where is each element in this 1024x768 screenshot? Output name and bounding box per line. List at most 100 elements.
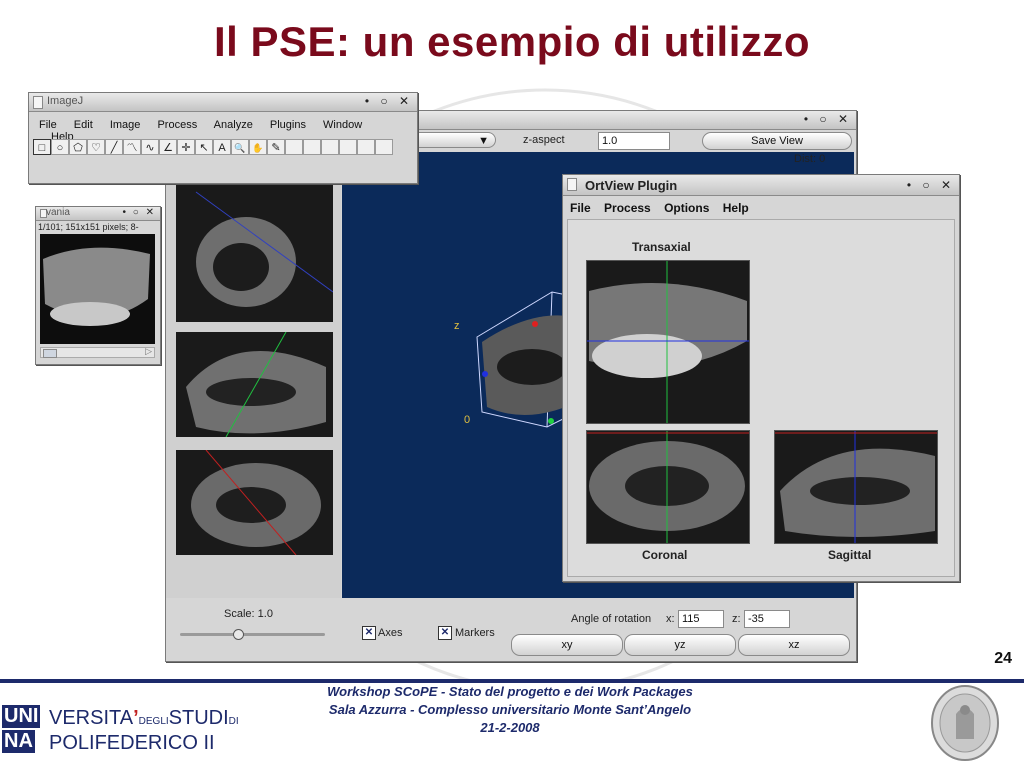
logo-degli: DEGLI <box>138 716 169 727</box>
markers-checkbox[interactable]: ✕ <box>438 626 452 640</box>
ortview-window[interactable]: OrtView Plugin • ○ ✕ File Process Option… <box>562 174 960 582</box>
view-xy-button[interactable]: xy <box>511 634 623 656</box>
vania-title: vania <box>46 207 70 218</box>
slice-image-3 <box>176 450 333 555</box>
menu-image[interactable]: Image <box>110 119 141 131</box>
menu-plugins[interactable]: Plugins <box>270 119 306 131</box>
logo-di: DI <box>228 716 239 727</box>
axes-label: Axes <box>378 627 403 639</box>
university-logo: UNI NA VERSITA’DEGLISTUDIDI POLIFEDERICO… <box>2 703 252 758</box>
empty-tool-slot <box>375 139 393 155</box>
vania-window[interactable]: vania • ○ ✕ 1/101; 151x151 pixels; 8- ▷ <box>35 206 161 365</box>
logo-ii: II <box>203 732 215 754</box>
menu-analyze[interactable]: Analyze <box>214 119 253 131</box>
ortview-menu-process[interactable]: Process <box>604 201 651 215</box>
window-grip-icon <box>567 178 577 191</box>
ortview-titlebar[interactable]: OrtView Plugin • ○ ✕ <box>563 175 959 196</box>
ortview-menubar: File Process Options Help <box>570 201 763 215</box>
logo-line-1: VERSITA’DEGLISTUDIDI <box>49 707 239 730</box>
angle-tool-icon[interactable]: ∠ <box>159 139 177 155</box>
line-tool-icon[interactable]: ╱ <box>105 139 123 155</box>
slice-image-3-content <box>191 450 321 555</box>
slice-image-2 <box>176 332 333 437</box>
vania-window-controls[interactable]: • ○ ✕ <box>123 207 156 218</box>
dist-label: Dist: 0 <box>794 153 825 165</box>
vania-image[interactable] <box>40 234 155 344</box>
rectangle-tool-icon[interactable]: □ <box>33 139 51 155</box>
ortview-menu-file[interactable]: File <box>570 201 591 215</box>
university-seal-icon <box>931 685 999 761</box>
save-view-button[interactable]: Save View <box>702 132 852 150</box>
markers-label: Markers <box>455 627 495 639</box>
chevron-down-icon: ▼ <box>478 135 489 147</box>
wand-tool-icon[interactable]: ↖ <box>195 139 213 155</box>
empty-tool-slot <box>285 139 303 155</box>
slice-image-2-content <box>186 332 326 437</box>
oval-tool-icon[interactable]: ○ <box>51 139 69 155</box>
ortview-menu-help[interactable]: Help <box>723 201 749 215</box>
scale-label-text: Scale: <box>224 608 255 620</box>
transaxial-view[interactable] <box>586 260 750 424</box>
slice-image-1 <box>176 182 333 322</box>
imagej-window-controls[interactable]: • ○ ✕ <box>365 94 413 108</box>
polyline-tool-icon[interactable]: 〽 <box>123 139 141 155</box>
coronal-view[interactable] <box>586 430 750 544</box>
ortview-window-controls[interactable]: • ○ ✕ <box>907 178 955 192</box>
dropper-tool-icon[interactable]: ✎ <box>267 139 285 155</box>
menu-process[interactable]: Process <box>157 119 197 131</box>
zaspect-label: z-aspect <box>523 134 565 146</box>
point-tool-icon[interactable]: ✛ <box>177 139 195 155</box>
imagej-title: ImageJ <box>47 95 84 107</box>
footer-line-1: Workshop SCoPE - Stato del progetto e de… <box>327 684 693 699</box>
viewer3d-window-controls[interactable]: • ○ ✕ <box>804 112 852 126</box>
menu-file[interactable]: File <box>39 119 57 131</box>
transaxial-label: Transaxial <box>632 240 691 254</box>
imagej-toolbar: □ ○ ⬠ ♡ ╱ 〽 ∿ ∠ ✛ ↖ A 🔍 ✋ ✎ <box>33 139 417 157</box>
menu-edit[interactable]: Edit <box>74 119 93 131</box>
angle-z-label: z: <box>732 613 741 625</box>
imagej-window[interactable]: ImageJ • ○ ✕ File Edit Image Process Ana… <box>28 92 418 184</box>
sagittal-view-content <box>775 431 937 543</box>
vania-titlebar[interactable]: vania • ○ ✕ <box>36 207 160 221</box>
ortview-menu-options[interactable]: Options <box>664 201 709 215</box>
sagittal-label: Sagittal <box>828 548 872 562</box>
angle-z-field[interactable]: -35 <box>744 610 790 628</box>
ortview-panel: Transaxial Coronal Sagittal <box>567 219 955 577</box>
scroll-right-icon[interactable]: ▷ <box>145 346 152 357</box>
view-dropdown[interactable]: ▼ <box>406 132 496 148</box>
scale-label: Scale: 1.0 <box>224 608 273 620</box>
view-xz-button[interactable]: xz <box>738 634 850 656</box>
logo-na: NA <box>2 730 35 753</box>
scale-slider-track[interactable] <box>180 633 325 636</box>
transaxial-view-content <box>587 261 749 423</box>
logo-poli: POLI <box>49 732 95 754</box>
text-tool-icon[interactable]: A <box>213 139 231 155</box>
empty-tool-slot <box>321 139 339 155</box>
freeline-tool-icon[interactable]: ∿ <box>141 139 159 155</box>
coronal-view-content <box>587 431 749 543</box>
imagej-titlebar[interactable]: ImageJ • ○ ✕ <box>29 93 417 112</box>
hand-tool-icon[interactable]: ✋ <box>249 139 267 155</box>
logo-versita: VERSITA <box>49 707 134 729</box>
view-yz-button[interactable]: yz <box>624 634 736 656</box>
scroll-thumb[interactable] <box>43 349 57 358</box>
footer-rule <box>0 679 1024 683</box>
angle-x-label: x: <box>666 613 675 625</box>
footer-line-2: Sala Azzurra - Complesso universitario M… <box>328 702 692 717</box>
magnifier-tool-icon[interactable]: 🔍 <box>231 139 249 155</box>
axes-checkbox[interactable]: ✕ <box>362 626 376 640</box>
scale-slider-thumb[interactable] <box>232 629 244 640</box>
vania-info: 1/101; 151x151 pixels; 8- <box>38 222 139 232</box>
vania-scrollbar[interactable]: ▷ <box>40 346 155 358</box>
sagittal-view[interactable] <box>774 430 938 544</box>
angle-x-field[interactable]: 115 <box>678 610 724 628</box>
freehand-tool-icon[interactable]: ♡ <box>87 139 105 155</box>
logo-studi: STUDI <box>168 707 229 729</box>
scale-value: 1.0 <box>257 608 273 620</box>
polygon-tool-icon[interactable]: ⬠ <box>69 139 87 155</box>
dist-label-text: Dist: <box>794 153 816 165</box>
logo-federico: FEDERICO <box>94 732 198 754</box>
zaspect-field[interactable]: 1.0 <box>598 132 670 150</box>
menu-window[interactable]: Window <box>323 119 362 131</box>
ortview-title: OrtView Plugin <box>585 178 678 193</box>
